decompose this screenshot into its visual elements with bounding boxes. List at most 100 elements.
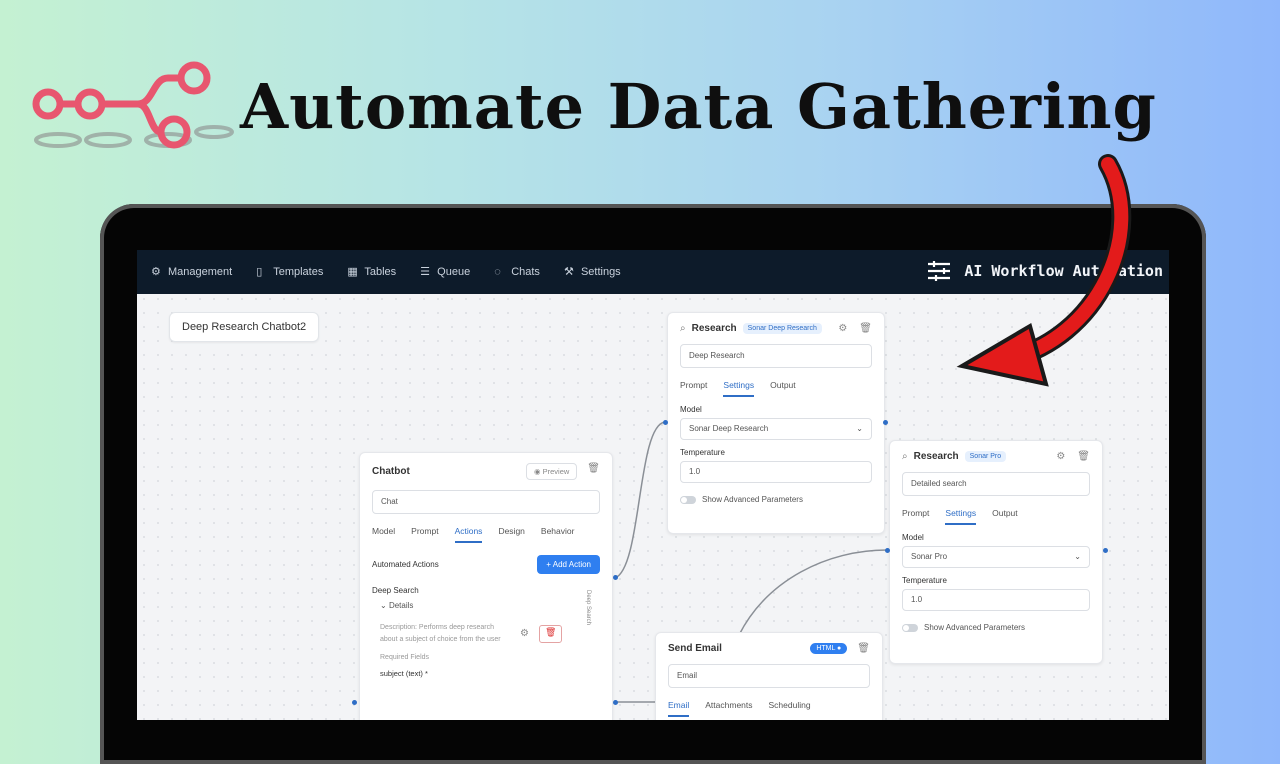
research-node-2[interactable]: ⌕ Research Sonar Pro ⚙ 🗑 Detailed search… bbox=[889, 440, 1103, 664]
advanced-label: Show Advanced Parameters bbox=[702, 495, 803, 504]
model-badge: Sonar Deep Research bbox=[742, 323, 822, 334]
tab-model[interactable]: Model bbox=[372, 526, 395, 543]
tab-prompt[interactable]: Prompt bbox=[902, 508, 929, 525]
add-action-button[interactable]: + Add Action bbox=[537, 555, 600, 574]
nav-label: Settings bbox=[580, 266, 621, 278]
tab-output[interactable]: Output bbox=[992, 508, 1018, 525]
nav-item-settings[interactable]: ⚒ Settings bbox=[564, 266, 621, 278]
connector-dot[interactable] bbox=[663, 420, 668, 425]
wrench-icon: ⚒ bbox=[563, 265, 574, 278]
connector-dot[interactable] bbox=[613, 700, 618, 705]
node-name: Email bbox=[677, 671, 698, 680]
trash-icon[interactable]: 🗑 bbox=[587, 463, 600, 480]
advanced-label: Show Advanced Parameters bbox=[924, 623, 1025, 632]
required-field-item: subject (text) * bbox=[380, 669, 428, 678]
nav-label: Management bbox=[168, 266, 233, 278]
html-toggle[interactable]: HTML ● bbox=[810, 643, 848, 654]
connector-dot[interactable] bbox=[1103, 548, 1108, 553]
model-select[interactable]: Sonar Deep Research ⌄ bbox=[680, 418, 872, 440]
temperature-label: Temperature bbox=[680, 448, 725, 457]
nav-label: Templates bbox=[273, 266, 324, 278]
delete-action-button[interactable]: 🗑 bbox=[538, 625, 563, 643]
settings-icon[interactable]: ⚙ bbox=[838, 323, 847, 334]
nav-item-queue[interactable]: ☰ Queue bbox=[420, 266, 470, 278]
advanced-toggle[interactable] bbox=[902, 623, 918, 632]
node-name-field[interactable]: Email bbox=[668, 664, 870, 688]
node-title: Research bbox=[913, 451, 959, 462]
nav-item-tables[interactable]: ▦ Tables bbox=[347, 266, 396, 278]
settings-icon[interactable]: ⚙ bbox=[520, 628, 529, 646]
red-arrow-icon bbox=[956, 154, 1132, 387]
required-fields-label: Required Fields bbox=[380, 654, 430, 661]
tab-email[interactable]: Email bbox=[668, 700, 690, 717]
send-email-node[interactable]: Send Email HTML ● 🗑 Email Email Attachme… bbox=[655, 632, 883, 720]
search-icon: ⌕ bbox=[902, 451, 908, 462]
sliders-icon bbox=[928, 261, 951, 281]
nav-label: Queue bbox=[437, 266, 471, 278]
nav-item-templates[interactable]: ▯ Templates bbox=[256, 266, 323, 278]
trash-icon[interactable]: 🗑 bbox=[859, 323, 872, 334]
node-title: Chatbot bbox=[372, 466, 410, 477]
research-node-1[interactable]: ⌕ Research Sonar Deep Research ⚙ 🗑 Deep … bbox=[667, 312, 885, 534]
chatbot-node[interactable]: Chatbot ◉ Preview 🗑 Chat Model Prompt Ac… bbox=[359, 452, 613, 720]
preview-button[interactable]: ◉ Preview bbox=[525, 463, 578, 480]
table-icon: ▦ bbox=[347, 265, 358, 278]
tab-settings[interactable]: Settings bbox=[945, 508, 977, 525]
nav-label: Tables bbox=[364, 266, 397, 278]
nav-label: Chats bbox=[511, 266, 540, 278]
temperature-field[interactable]: 1.0 bbox=[902, 589, 1090, 611]
node-name: Detailed search bbox=[911, 479, 967, 488]
automated-actions-label: Automated Actions bbox=[372, 560, 439, 569]
model-label: Model bbox=[902, 533, 924, 542]
details-toggle[interactable]: ⌄ Details bbox=[380, 601, 592, 610]
connector-dot[interactable] bbox=[885, 548, 890, 553]
node-title: Send Email bbox=[668, 643, 722, 654]
tab-actions[interactable]: Actions bbox=[454, 526, 483, 543]
trash-icon[interactable]: 🗑 bbox=[1077, 451, 1090, 462]
queue-icon: ☰ bbox=[420, 265, 431, 278]
tab-prompt[interactable]: Prompt bbox=[411, 526, 438, 543]
details-label: Details bbox=[388, 601, 414, 610]
side-label: Deep Search bbox=[585, 590, 591, 626]
chevron-down-icon: ⌄ bbox=[1074, 552, 1081, 561]
model-label: Model bbox=[680, 405, 702, 414]
trash-icon[interactable]: 🗑 bbox=[857, 643, 870, 654]
preview-label: Preview bbox=[542, 467, 570, 476]
node-title: Research bbox=[691, 323, 737, 334]
chevron-down-icon: ⌄ bbox=[380, 601, 387, 610]
model-select[interactable]: Sonar Pro ⌄ bbox=[902, 546, 1090, 568]
workflow-name[interactable]: Deep Research Chatbot2 bbox=[169, 312, 320, 342]
temperature-value: 1.0 bbox=[911, 595, 923, 604]
connector-dot[interactable] bbox=[352, 700, 357, 705]
nav-item-management[interactable]: ⚙ Management bbox=[151, 266, 232, 278]
settings-icon[interactable]: ⚙ bbox=[1056, 451, 1065, 462]
model-badge: Sonar Pro bbox=[964, 451, 1007, 462]
node-name-field[interactable]: Chat bbox=[372, 490, 600, 514]
node-name-field[interactable]: Deep Research bbox=[680, 344, 872, 368]
nav-item-chats[interactable]: ◌ Chats bbox=[494, 266, 540, 278]
advanced-toggle[interactable] bbox=[680, 495, 696, 504]
node-name-field[interactable]: Detailed search bbox=[902, 472, 1090, 496]
connector-dot[interactable] bbox=[883, 420, 888, 425]
tab-settings[interactable]: Settings bbox=[723, 380, 755, 397]
node-name: Deep Research bbox=[689, 351, 745, 360]
tab-behavior[interactable]: Behavior bbox=[541, 526, 575, 543]
action-name: Deep Search bbox=[372, 586, 419, 595]
action-description: Description: Performs deep research abou… bbox=[380, 624, 501, 643]
temperature-field[interactable]: 1.0 bbox=[680, 461, 872, 483]
workflow-logo bbox=[32, 61, 234, 149]
temperature-label: Temperature bbox=[902, 576, 947, 585]
model-value: Sonar Pro bbox=[911, 552, 948, 561]
eye-icon: ◉ bbox=[533, 467, 541, 476]
connector-dot[interactable] bbox=[613, 575, 618, 580]
chat-icon: ◌ bbox=[494, 265, 501, 278]
tab-prompt[interactable]: Prompt bbox=[680, 380, 707, 397]
page-title: Automate Data Gathering bbox=[240, 70, 1157, 143]
tab-design[interactable]: Design bbox=[498, 526, 524, 543]
tab-scheduling[interactable]: Scheduling bbox=[769, 700, 811, 717]
html-label: HTML bbox=[816, 645, 836, 652]
model-value: Sonar Deep Research bbox=[689, 424, 769, 433]
node-name: Chat bbox=[381, 497, 398, 506]
tab-attachments[interactable]: Attachments bbox=[705, 700, 752, 717]
tab-output[interactable]: Output bbox=[770, 380, 796, 397]
